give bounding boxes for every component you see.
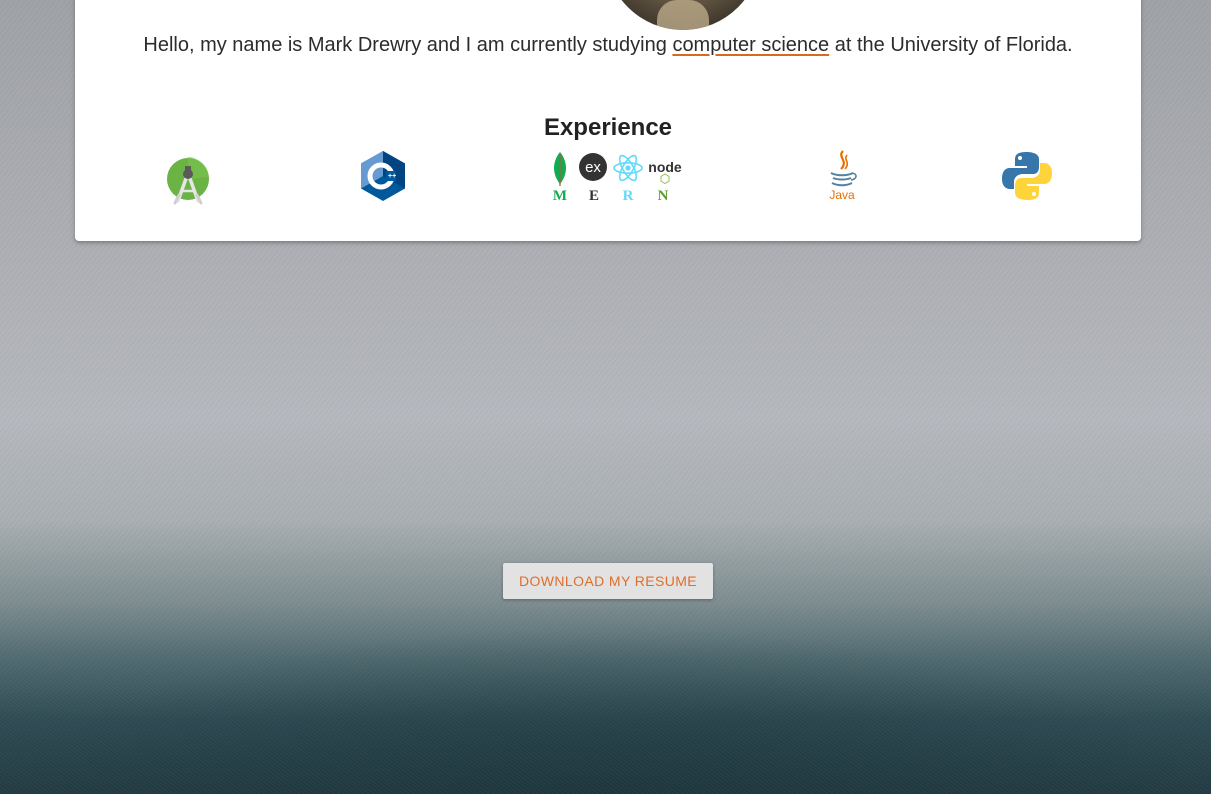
mern-letter-m: M [553, 188, 567, 204]
profile-card: Hello, my name is Mark Drewry and I am c… [75, 0, 1141, 241]
computer-science-link[interactable]: computer science [672, 34, 829, 56]
experience-heading: Experience [543, 114, 673, 141]
mern-letter-n: N [658, 188, 669, 204]
intro-text-after: at the University of Florida. [829, 34, 1073, 56]
cpp-plus-text: ++ [388, 173, 396, 180]
profile-avatar [605, 0, 761, 30]
intro-text-before: Hello, my name is Mark Drewry and I am c… [143, 34, 673, 56]
download-resume-button[interactable]: DOWNLOAD MY RESUME [503, 563, 713, 599]
mern-letter-e: E [589, 188, 599, 204]
java-text: Java [829, 188, 855, 202]
cpp-icon: ++ [360, 150, 406, 202]
express-text: ex [585, 159, 601, 176]
python-icon [1001, 150, 1053, 202]
avatar-detail [657, 0, 709, 30]
mern-stack-icon: ex node M E R N [550, 150, 684, 204]
android-studio-icon [166, 157, 212, 205]
intro-text: Hello, my name is Mark Drewry and I am c… [75, 34, 1141, 57]
java-icon: Java [825, 149, 859, 203]
mern-letter-r: R [623, 188, 634, 204]
node-text: node [648, 159, 682, 175]
